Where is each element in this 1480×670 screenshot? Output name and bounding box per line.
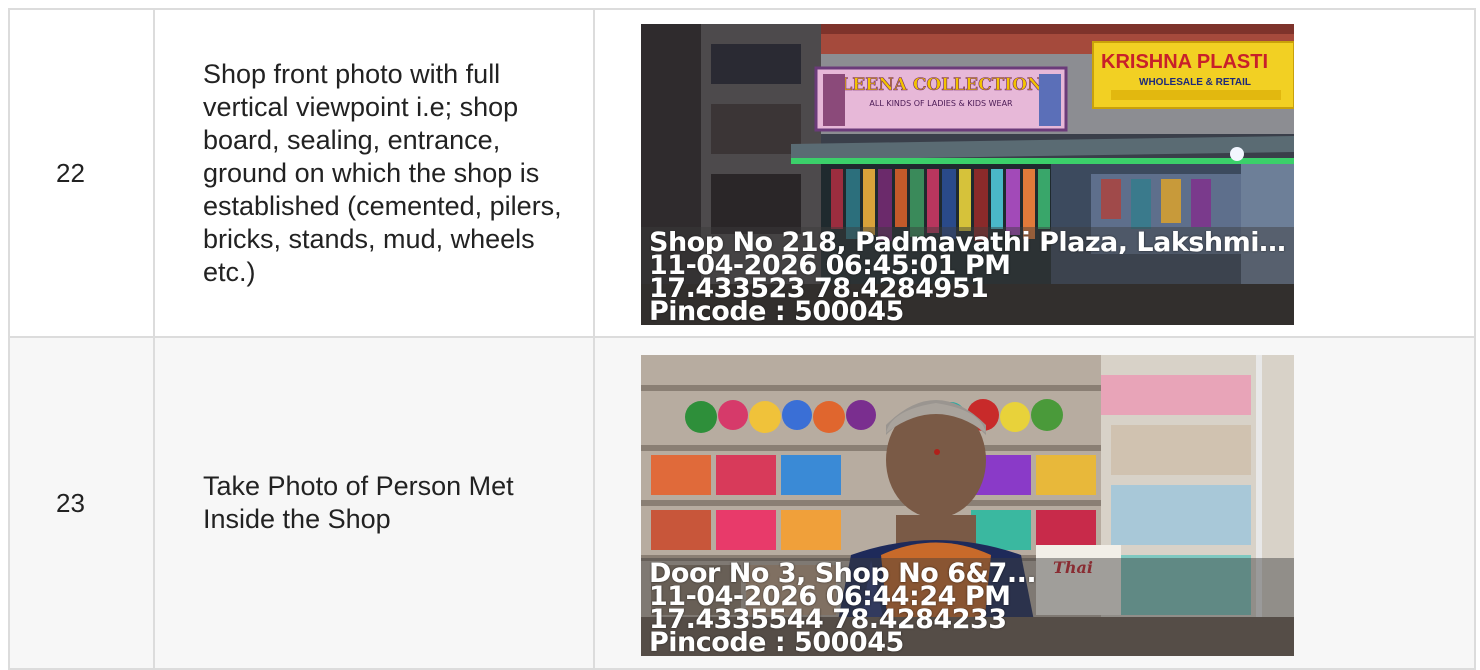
row-number: 23: [8, 336, 155, 670]
row-description: Take Photo of Person Met Inside the Shop: [153, 336, 595, 670]
verification-table: 22 Shop front photo with full vertical v…: [8, 8, 1476, 670]
geo-stamp: Door No 3, Shop No 6&7... 11-04-2026 06:…: [641, 558, 1294, 656]
stamp-datetime: 11-04-2026 06:44:24 PM: [649, 585, 1011, 608]
table-row: 22 Shop front photo with full vertical v…: [8, 8, 1476, 338]
photo-cell: Thai Door No 3, Shop No 6&7... 11-04-202…: [593, 336, 1476, 670]
report-sheet: 22 Shop front photo with full vertical v…: [0, 0, 1480, 670]
stamp-address: Shop No 218, Padmavathi Plaza, Lakshmi .…: [649, 231, 1288, 254]
stamp-coordinates: 17.433523 78.4284951: [649, 277, 989, 300]
sign-text: ALEENA COLLECTIONS: [826, 75, 1055, 95]
stamp-pincode: Pincode : 500045: [649, 300, 904, 323]
stamp-address: Door No 3, Shop No 6&7...: [649, 562, 1037, 585]
sign-subtext: ALL KINDS OF LADIES & KIDS WEAR: [869, 99, 1013, 108]
stamp-coordinates: 17.4335544 78.4284233: [649, 608, 1007, 631]
row-description: Shop front photo with full vertical view…: [153, 8, 595, 338]
table-row: 23 Take Photo of Person Met Inside the S…: [8, 336, 1476, 670]
row-number: 22: [8, 8, 155, 338]
stamp-datetime: 11-04-2026 06:45:01 PM: [649, 254, 1011, 277]
photo-cell: ALEENA COLLECTIONS ALL KINDS OF LADIES &…: [593, 8, 1476, 338]
geo-stamp: Shop No 218, Padmavathi Plaza, Lakshmi .…: [641, 227, 1294, 325]
sign-text: KRISHNA PLASTI: [1101, 51, 1268, 73]
stamp-pincode: Pincode : 500045: [649, 631, 904, 654]
shop-front-photo[interactable]: ALEENA COLLECTIONS ALL KINDS OF LADIES &…: [641, 24, 1294, 325]
sign-subtext: WHOLESALE & RETAIL: [1139, 77, 1251, 88]
person-met-photo[interactable]: Thai Door No 3, Shop No 6&7... 11-04-202…: [641, 355, 1294, 656]
